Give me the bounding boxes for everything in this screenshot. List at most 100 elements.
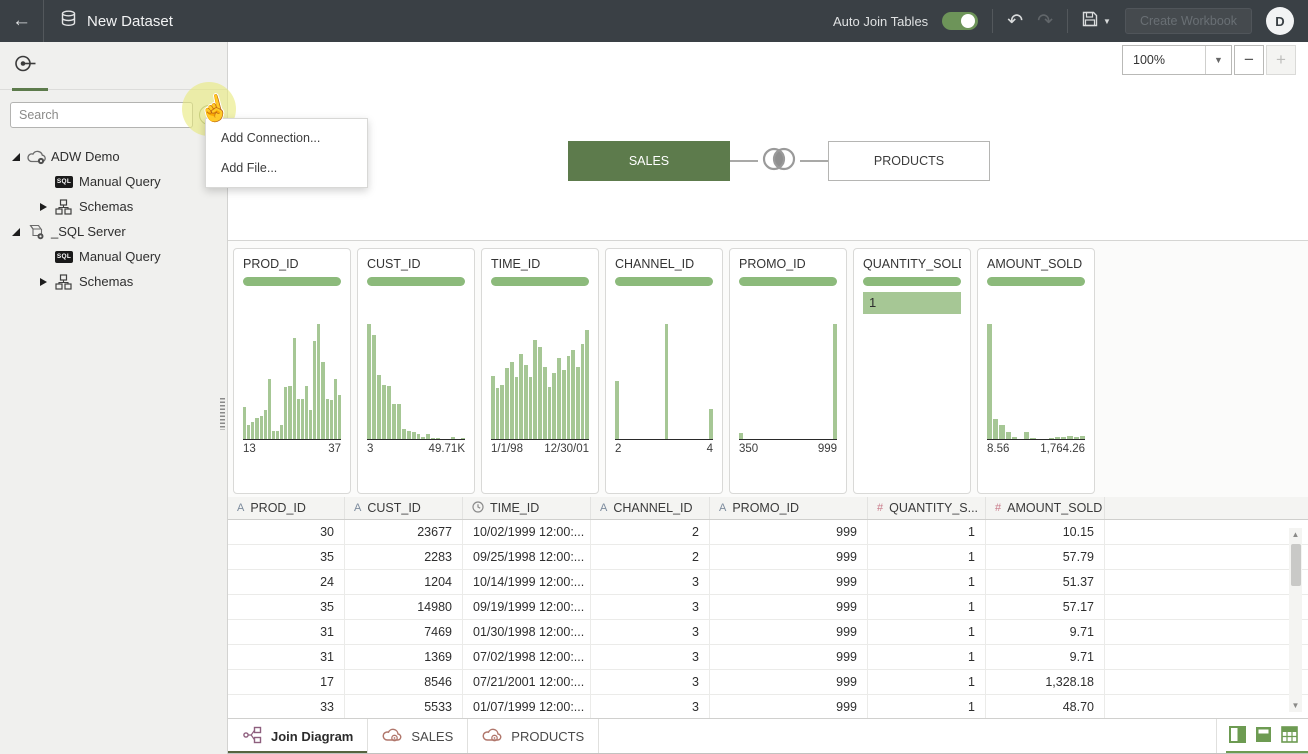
tab-join-diagram[interactable]: Join Diagram xyxy=(228,719,368,754)
zoom-in-button[interactable]: + xyxy=(1266,45,1296,75)
column-header-label: PROD_ID xyxy=(250,501,306,515)
user-avatar[interactable]: D xyxy=(1266,7,1294,35)
join-venn-icon[interactable] xyxy=(758,144,800,179)
tree-item-adw-demo[interactable]: ADW Demo xyxy=(0,144,227,169)
zoom-out-button[interactable]: − xyxy=(1234,45,1264,75)
chevron-down-icon[interactable]: ▼ xyxy=(1205,46,1231,74)
tree-item-label: Manual Query xyxy=(79,249,161,264)
column-header-prod-id[interactable]: APROD_ID xyxy=(228,497,345,519)
collapsed-arrow-icon[interactable] xyxy=(40,278,55,286)
histogram-bar xyxy=(557,358,561,439)
table-cell: 2 xyxy=(591,545,710,569)
histogram-bar xyxy=(272,431,275,439)
histogram-bar xyxy=(293,338,296,439)
column-card-channel-id[interactable]: CHANNEL_ID24 xyxy=(605,248,723,494)
axis-min-label: 3 xyxy=(367,443,373,455)
histogram-bar xyxy=(552,373,556,439)
quality-bar xyxy=(987,277,1085,286)
connections-tab-icon[interactable] xyxy=(14,60,37,77)
expanded-arrow-icon[interactable] xyxy=(12,228,27,236)
histogram-bar xyxy=(431,438,435,439)
histogram-bar xyxy=(421,437,425,439)
table-node-sales[interactable]: SALES xyxy=(568,141,730,181)
table-cell: 3 xyxy=(591,645,710,669)
histogram-bar xyxy=(264,410,267,439)
tree-item-schemas[interactable]: Schemas xyxy=(0,194,227,219)
column-card-time-id[interactable]: TIME_ID1/1/9812/30/01 xyxy=(481,248,599,494)
column-header-promo-id[interactable]: APROMO_ID xyxy=(710,497,868,519)
add-context-menu: Add Connection...Add File... xyxy=(205,118,368,188)
table-cell: 57.79 xyxy=(986,545,1105,569)
cloud-table-icon xyxy=(382,727,402,746)
histogram-bar xyxy=(1074,437,1079,439)
redo-icon[interactable]: ↷ xyxy=(1037,12,1053,31)
column-header-amount-sold[interactable]: #AMOUNT_SOLD xyxy=(986,497,1105,519)
layout-split-right-icon[interactable] xyxy=(1229,726,1246,748)
column-card-cust-id[interactable]: CUST_ID349.71K xyxy=(357,248,475,494)
histogram-bar xyxy=(1006,432,1011,439)
zoom-level-value: 100% xyxy=(1123,53,1205,67)
zoom-level-select[interactable]: 100% ▼ xyxy=(1122,45,1232,75)
column-header-cust-id[interactable]: ACUST_ID xyxy=(345,497,463,519)
schema-icon xyxy=(55,199,79,215)
axis-max-label: 12/30/01 xyxy=(544,443,589,455)
tab-label: PRODUCTS xyxy=(511,729,584,744)
histogram-bar xyxy=(377,375,381,439)
back-button[interactable]: ← xyxy=(0,0,44,42)
column-card-quantity-sold[interactable]: QUANTITY_SOLD1 xyxy=(853,248,971,494)
sidebar-tabstrip xyxy=(0,42,227,90)
save-button[interactable]: ▼ xyxy=(1082,11,1111,32)
sidebar-resize-handle[interactable] xyxy=(220,398,225,430)
expanded-arrow-icon[interactable] xyxy=(12,153,27,161)
dataset-icon xyxy=(60,10,77,32)
vertical-scrollbar[interactable]: ▲ ▼ xyxy=(1289,528,1302,712)
save-icon xyxy=(1082,11,1098,32)
scrollbar-thumb[interactable] xyxy=(1291,544,1301,586)
quality-bar xyxy=(491,277,589,286)
tab-products[interactable]: PRODUCTS xyxy=(468,719,599,754)
histogram-bar xyxy=(510,362,514,439)
column-card-amount-sold[interactable]: AMOUNT_SOLD8.561,764.26 xyxy=(977,248,1095,494)
undo-icon[interactable]: ↶ xyxy=(1007,12,1023,31)
tree-item-label: Manual Query xyxy=(79,174,161,189)
layout-split-bottom-icon[interactable] xyxy=(1255,726,1272,748)
column-card-promo-id[interactable]: PROMO_ID350999 xyxy=(729,248,847,494)
collapsed-arrow-icon[interactable] xyxy=(40,203,55,211)
column-header-channel-id[interactable]: ACHANNEL_ID xyxy=(591,497,710,519)
tree-item-manual-query[interactable]: SQLManual Query xyxy=(0,244,227,269)
save-menu-caret-icon[interactable]: ▼ xyxy=(1103,17,1111,26)
table-row: 24120410/14/1999 12:00:...3999151.37 xyxy=(228,570,1308,595)
menu-item-add-connection[interactable]: Add Connection... xyxy=(206,123,367,153)
histogram-bar xyxy=(297,399,300,439)
layout-grid-icon[interactable] xyxy=(1281,726,1298,748)
table-cell: 1 xyxy=(868,645,986,669)
column-header-quantity-s[interactable]: #QUANTITY_S... xyxy=(868,497,986,519)
table-row: 33553301/07/1999 12:00:...3999148.70 xyxy=(228,695,1308,718)
menu-item-add-file[interactable]: Add File... xyxy=(206,153,367,183)
table-node-products[interactable]: PRODUCTS xyxy=(828,141,990,181)
histogram-bar xyxy=(260,416,263,439)
tree-item-manual-query[interactable]: SQLManual Query xyxy=(0,169,227,194)
join-diagram-canvas[interactable]: 100% ▼ − + SALES PRODUCTS xyxy=(228,42,1308,240)
auto-join-toggle[interactable] xyxy=(942,12,978,30)
histogram-bar xyxy=(833,324,837,439)
scroll-down-icon[interactable]: ▼ xyxy=(1289,699,1302,712)
table-cell: 7469 xyxy=(345,620,463,644)
search-input[interactable] xyxy=(10,102,193,128)
histogram-axis-labels: 8.561,764.26 xyxy=(987,443,1085,455)
create-workbook-button[interactable]: Create Workbook xyxy=(1125,8,1252,34)
scroll-up-icon[interactable]: ▲ xyxy=(1289,528,1302,541)
table-cell: 09/19/1999 12:00:... xyxy=(463,595,591,619)
server-connection-icon xyxy=(27,224,51,240)
histogram-bar xyxy=(500,385,504,439)
column-header-time-id[interactable]: TIME_ID xyxy=(463,497,591,519)
tree-item-sql-server[interactable]: _SQL Server xyxy=(0,219,227,244)
diagram-icon xyxy=(242,726,262,747)
column-histogram xyxy=(615,290,713,440)
tree-item-schemas[interactable]: Schemas xyxy=(0,269,227,294)
tab-sales[interactable]: SALES xyxy=(368,719,468,754)
column-card-prod-id[interactable]: PROD_ID1337 xyxy=(233,248,351,494)
table-cell: 51.37 xyxy=(986,570,1105,594)
histogram-bar xyxy=(1061,437,1066,439)
histogram-bar xyxy=(426,434,430,439)
